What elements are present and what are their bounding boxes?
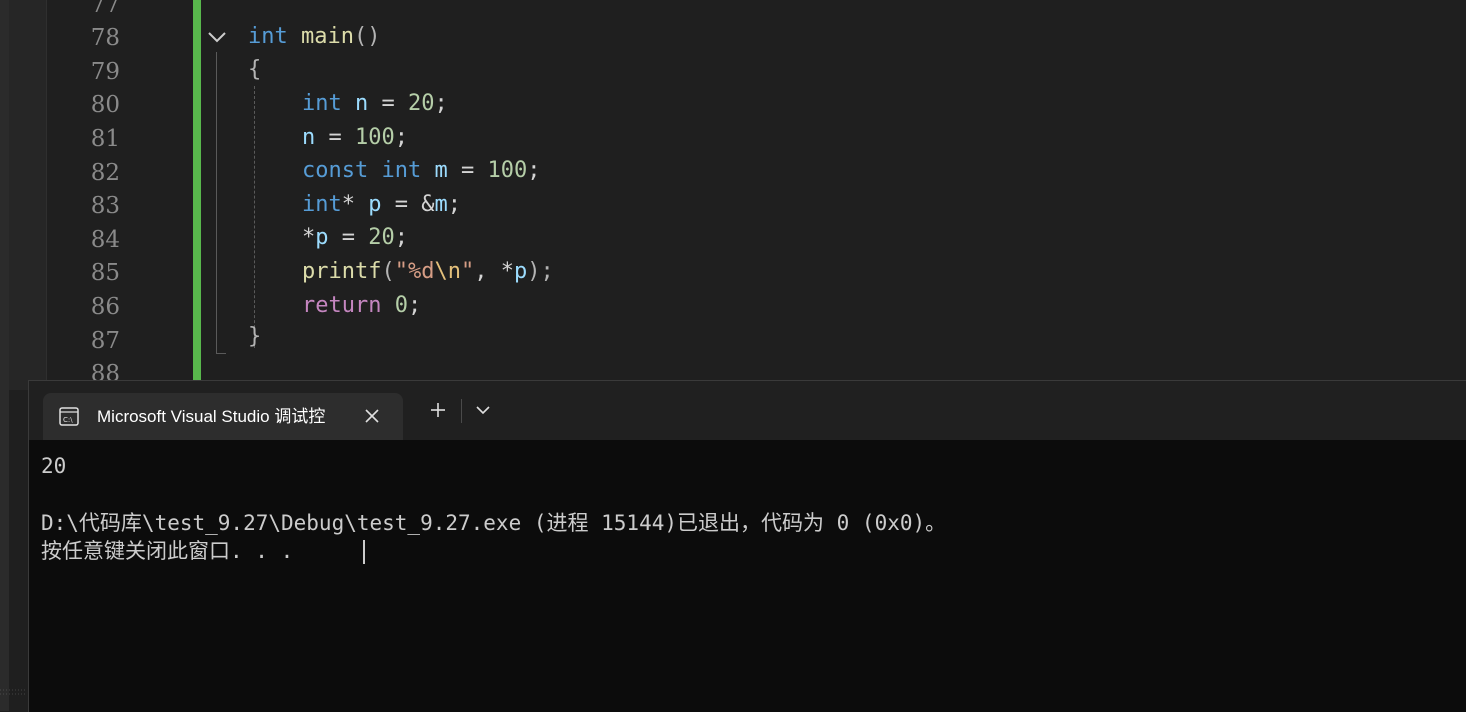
token: main — [301, 24, 354, 49]
resize-grip-icon[interactable] — [0, 684, 27, 711]
token: " — [460, 259, 475, 284]
code-line-79: { — [248, 53, 261, 87]
token: ; — [447, 192, 461, 217]
token: { — [248, 57, 262, 82]
token: = — [368, 91, 408, 116]
code-line-87: } — [248, 320, 261, 354]
token: ; — [527, 158, 541, 183]
token: () — [353, 24, 381, 49]
token: m — [434, 158, 448, 183]
line-number: 84 — [90, 227, 120, 253]
token: = — [328, 225, 369, 250]
line-number: 87 — [90, 328, 120, 354]
token: int — [248, 24, 288, 49]
code-line-86: return 0; — [302, 289, 421, 323]
token: , * — [474, 259, 514, 284]
token: p — [368, 192, 382, 217]
token: 0 — [394, 293, 408, 318]
line-number: 82 — [90, 160, 120, 186]
token: n — [355, 91, 369, 116]
token: const — [302, 158, 369, 183]
code-line-83: int* p = &m; — [302, 188, 461, 222]
code-line-82: const int m = 100; — [302, 154, 540, 188]
token: = — [315, 125, 355, 150]
line-number: 81 — [90, 126, 120, 152]
token: ; — [407, 293, 422, 318]
token: ( — [381, 259, 395, 284]
line-number: 78 — [90, 25, 120, 51]
code-line-78: int main() — [248, 20, 380, 54]
line-number: 80 — [90, 92, 120, 118]
token: } — [248, 324, 262, 349]
close-icon[interactable] — [361, 405, 383, 427]
line-number: 86 — [90, 294, 120, 320]
token: ); — [527, 259, 554, 284]
token: ; — [434, 91, 448, 116]
token: 100 — [487, 158, 528, 183]
token: \n — [434, 259, 461, 284]
token: m — [434, 192, 448, 217]
debug-console-window[interactable]: C:\ Microsoft Visual Studio 调试控 20 D:\代码… — [28, 380, 1466, 712]
console-output-line: 20 — [41, 454, 67, 478]
gutter-divider — [46, 0, 47, 390]
token: int — [381, 158, 422, 183]
token: return — [302, 293, 382, 318]
token: p — [315, 225, 329, 250]
indent-guide — [254, 86, 255, 348]
tab-separator — [461, 399, 462, 423]
line-number: 83 — [90, 193, 120, 219]
token: * — [302, 225, 316, 250]
token: int — [302, 91, 342, 116]
console-output-line: D:\代码库\test_9.27\Debug\test_9.27.exe (进程… — [41, 511, 947, 535]
console-icon: C:\ — [59, 407, 79, 426]
terminal-tab[interactable]: C:\ Microsoft Visual Studio 调试控 — [43, 393, 403, 440]
code-line-81: n = 100; — [302, 121, 408, 155]
line-number: 77 — [90, 0, 120, 18]
text-cursor — [363, 540, 365, 564]
token: * — [341, 192, 369, 217]
new-tab-plus-icon[interactable] — [423, 395, 453, 425]
code-line-84: *p = 20; — [302, 221, 408, 255]
chevron-down-icon[interactable] — [471, 397, 495, 423]
line-number: 85 — [90, 260, 120, 286]
change-indicator-bar — [193, 0, 201, 390]
line-number: 79 — [90, 59, 120, 85]
token: p — [513, 259, 528, 284]
console-output-line: 按任意键关闭此窗口. . . — [41, 539, 294, 563]
code-line-85: printf("%d\n", *p); — [302, 255, 554, 289]
token: %d — [407, 259, 435, 284]
collapse-chevron-icon[interactable] — [206, 26, 228, 48]
token: 20 — [408, 91, 435, 116]
token: " — [394, 259, 408, 284]
token: ; — [394, 225, 408, 250]
code-editor[interactable]: 77 78 79 80 81 82 83 84 85 86 87 88 int … — [0, 0, 1466, 390]
token: = & — [381, 192, 435, 217]
window-left-edge — [0, 0, 9, 711]
fold-guide — [216, 52, 217, 354]
editor-margin — [9, 0, 46, 390]
token: int — [302, 192, 342, 217]
fold-guide-end — [216, 353, 226, 354]
token: 20 — [368, 225, 395, 250]
token: ; — [394, 125, 408, 150]
code-line-80: int n = 20; — [302, 87, 448, 121]
svg-text:C:\: C:\ — [63, 416, 73, 424]
token: = — [447, 158, 488, 183]
token: 100 — [355, 125, 395, 150]
token: n — [302, 125, 316, 150]
terminal-tab-bar: C:\ Microsoft Visual Studio 调试控 — [29, 381, 1466, 440]
token: printf — [302, 259, 382, 284]
terminal-tab-title: Microsoft Visual Studio 调试控 — [97, 407, 326, 426]
